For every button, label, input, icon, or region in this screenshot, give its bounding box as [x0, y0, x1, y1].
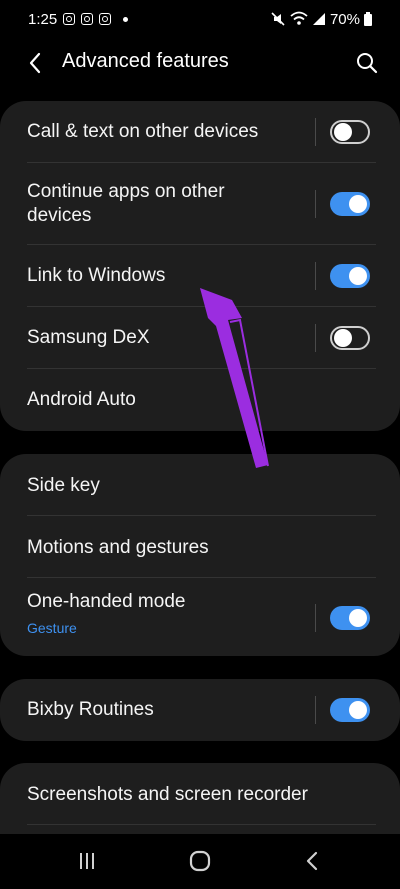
link-to-windows-toggle[interactable] [330, 264, 370, 288]
recents-icon [80, 853, 94, 869]
one-handed-mode-toggle[interactable] [330, 606, 370, 630]
row-label: Call & text on other devices [27, 121, 259, 142]
bixby-routines-toggle[interactable] [330, 698, 370, 722]
divider [27, 824, 376, 825]
samsung-dex-row[interactable]: Samsung DeX [0, 307, 400, 369]
toggle-knob [349, 195, 367, 213]
back-nav-button[interactable] [292, 846, 332, 876]
battery-icon [364, 12, 372, 26]
row-label: Link to Windows [27, 265, 166, 286]
status-bar: 1:25 70% [0, 0, 400, 38]
system-nav-bar [0, 834, 400, 889]
home-button[interactable] [180, 846, 220, 876]
back-button[interactable] [20, 48, 50, 78]
settings-group-connected: Call & text on other devices Continue ap… [0, 101, 400, 431]
toggle-knob [349, 267, 367, 285]
row-label: Bixby Routines [27, 699, 154, 720]
row-label: One-handed mode [27, 591, 186, 612]
row-label: Continue apps on other devices [27, 181, 225, 226]
toggle-knob [349, 701, 367, 719]
back-icon [306, 851, 318, 871]
row-text: One-handed mode Gesture [27, 590, 185, 636]
android-auto-row[interactable]: Android Auto [0, 369, 400, 431]
instagram-icon [99, 13, 112, 25]
notification-dot-icon [123, 16, 129, 22]
status-left: 1:25 [28, 10, 129, 28]
recents-button[interactable] [67, 846, 107, 876]
row-label: Side key [27, 475, 100, 496]
battery-percent: 70% [329, 10, 360, 28]
call-text-other-devices-row[interactable]: Call & text on other devices [0, 101, 400, 163]
settings-group-bixby: Bixby Routines [0, 679, 400, 741]
divider-vertical [315, 604, 316, 632]
instagram-icon [81, 13, 94, 25]
instagram-icon [63, 13, 76, 25]
continue-apps-row[interactable]: Continue apps on other devices [0, 163, 400, 245]
motions-gestures-row[interactable]: Motions and gestures [0, 516, 400, 578]
toggle-knob [334, 329, 352, 347]
one-handed-mode-row[interactable]: One-handed mode Gesture [0, 578, 400, 656]
divider-vertical [315, 262, 316, 290]
search-icon [357, 53, 378, 74]
link-to-windows-row[interactable]: Link to Windows [0, 245, 400, 307]
toggle-knob [334, 123, 352, 141]
continue-apps-toggle[interactable] [330, 192, 370, 216]
samsung-dex-toggle[interactable] [330, 326, 370, 350]
status-right: 70% [270, 11, 372, 28]
divider-vertical [315, 324, 316, 352]
divider-vertical [315, 190, 316, 218]
signal-icon [312, 13, 325, 25]
toggle-knob [349, 609, 367, 627]
status-time: 1:25 [28, 10, 58, 28]
page-title: Advanced features [62, 50, 229, 72]
search-button[interactable] [352, 48, 382, 78]
home-icon [189, 850, 211, 872]
row-label: Samsung DeX [27, 327, 150, 348]
divider-vertical [315, 118, 316, 146]
bixby-routines-row[interactable]: Bixby Routines [0, 679, 400, 741]
mute-icon [271, 12, 285, 26]
side-key-row[interactable]: Side key [0, 454, 400, 516]
wifi-icon [290, 11, 308, 25]
settings-group-controls: Side key Motions and gestures One-handed… [0, 454, 400, 656]
call-text-toggle[interactable] [330, 120, 370, 144]
row-sublabel: Gesture [27, 620, 77, 636]
chevron-left-icon [29, 52, 41, 74]
divider-vertical [315, 696, 316, 724]
row-label: Motions and gestures [27, 537, 209, 558]
app-header: Advanced features [0, 38, 400, 88]
row-label: Android Auto [27, 389, 136, 410]
row-label: Screenshots and screen recorder [27, 784, 308, 805]
screenshots-recorder-row[interactable]: Screenshots and screen recorder [0, 763, 400, 825]
